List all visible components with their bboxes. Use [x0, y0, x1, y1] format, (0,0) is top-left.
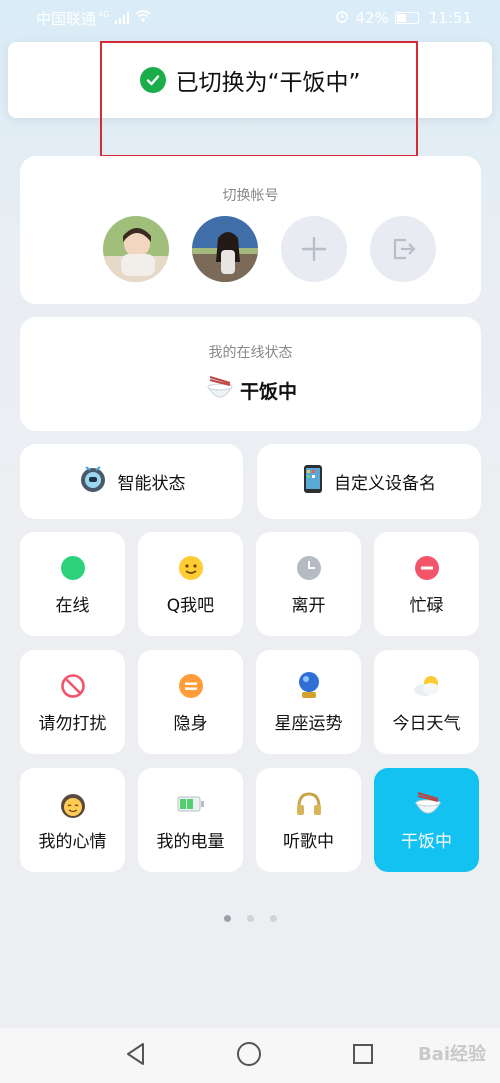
crystal-ball-icon: [294, 671, 324, 701]
wifi-icon: [135, 10, 151, 26]
avatar-account-1[interactable]: [103, 216, 169, 282]
robot-icon: [78, 464, 108, 499]
back-icon: [126, 1042, 144, 1065]
recents-button[interactable]: [351, 1042, 375, 1070]
status-bar: 中国联通 4G 42% 11:51: [0, 0, 500, 36]
status-tile-horoscope[interactable]: 星座运势: [256, 650, 361, 754]
status-tile-label: 我的心情: [38, 831, 107, 852]
avatar-account-2[interactable]: [192, 216, 258, 282]
recents-icon: [353, 1043, 374, 1064]
plus-icon: [301, 236, 327, 262]
green-dot-icon: [58, 553, 88, 583]
battery-icon: [176, 789, 206, 819]
status-tile-eating[interactable]: 干饭中: [374, 768, 479, 872]
network-label: 4G: [98, 9, 110, 19]
device-name-label: 自定义设备名: [334, 474, 436, 494]
home-icon: [236, 1041, 261, 1066]
mood-icon: [58, 789, 88, 819]
status-tile-label: Q我吧: [166, 595, 215, 616]
status-tile-label: 我的电量: [156, 831, 225, 852]
alarm-icon: [335, 9, 349, 27]
status-tile-invisible[interactable]: 隐身: [138, 650, 243, 754]
rice-bowl-icon: [412, 789, 442, 819]
logout-icon: [393, 238, 416, 260]
smart-status-button[interactable]: 智能状态: [20, 444, 243, 519]
online-status-card[interactable]: 我的在线状态 干饭中: [20, 317, 481, 431]
page-dot: [269, 915, 277, 922]
status-tile-label: 在线: [55, 595, 90, 616]
status-tile-label: 星座运势: [274, 713, 343, 734]
status-tile-weather[interactable]: 今日天气: [374, 650, 479, 754]
status-tile-label: 忙碌: [409, 595, 444, 616]
home-button[interactable]: [236, 1041, 262, 1071]
watermark: Bai经验: [417, 1044, 486, 1065]
status-tile-label: 听歌中: [283, 831, 334, 852]
highlight-annotation-box: [100, 41, 418, 157]
status-tile-busy[interactable]: 忙碌: [374, 532, 479, 636]
smart-status-label: 智能状态: [117, 474, 186, 494]
clock-time: 11:51: [428, 9, 472, 27]
battery-icon: [394, 12, 419, 24]
minus-icon: [412, 553, 442, 583]
phone-icon: [302, 464, 324, 499]
status-tile-mood[interactable]: 我的心情: [20, 768, 125, 872]
carrier-label: 中国联通: [36, 9, 97, 28]
device-name-button[interactable]: 自定义设备名: [257, 444, 481, 519]
online-status-title: 我的在线状态: [208, 345, 293, 361]
status-tile-label: 请勿打扰: [38, 713, 107, 734]
status-tile-label: 干饭中: [401, 831, 452, 852]
status-tile-away[interactable]: 离开: [256, 532, 361, 636]
back-button[interactable]: [125, 1042, 147, 1070]
weather-icon: [412, 671, 442, 701]
logout-button[interactable]: [370, 216, 436, 282]
status-tile-battery[interactable]: 我的电量: [138, 768, 243, 872]
page-dot: [246, 915, 254, 922]
invisible-icon: [176, 671, 206, 701]
status-tile-q-me[interactable]: Q我吧: [138, 532, 243, 636]
rice-bowl-icon: [204, 373, 236, 407]
no-entry-icon: [58, 671, 88, 701]
add-account-button[interactable]: [281, 216, 347, 282]
switch-account-title: 切换帐号: [222, 188, 279, 204]
smiley-icon: [176, 553, 206, 583]
clock-icon: [294, 553, 324, 583]
current-status-label: 干饭中: [239, 380, 297, 403]
switch-account-card: 切换帐号: [20, 156, 481, 304]
status-tile-online[interactable]: 在线: [20, 532, 125, 636]
status-tile-label: 离开: [291, 595, 326, 616]
page-dot: [223, 915, 231, 922]
battery-percent: 42%: [355, 9, 389, 27]
status-tile-label: 今日天气: [392, 713, 461, 734]
status-tile-music[interactable]: 听歌中: [256, 768, 361, 872]
status-tile-dnd[interactable]: 请勿打扰: [20, 650, 125, 754]
signal-icon: [115, 12, 130, 24]
status-tile-label: 隐身: [173, 713, 208, 734]
headphones-icon: [294, 789, 324, 819]
page-indicator: [0, 915, 500, 922]
